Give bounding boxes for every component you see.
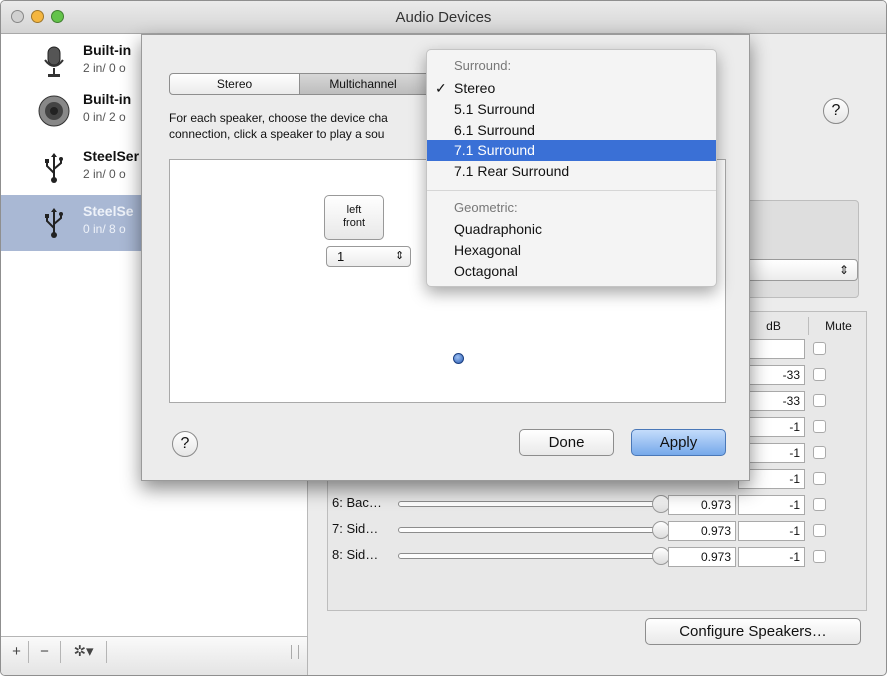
left-front-speaker-button[interactable]: left front <box>324 195 384 240</box>
device-name: SteelSer <box>83 148 140 164</box>
menu-section-header-geometric: Geometric: <box>454 200 518 215</box>
db-field[interactable]: -1 <box>738 521 805 541</box>
menu-item-6-1-surround[interactable]: 6.1 Surround <box>427 120 716 141</box>
volume-slider[interactable] <box>398 527 663 533</box>
add-device-button[interactable]: + <box>5 641 29 663</box>
menu-item-7-1-rear-surround[interactable]: 7.1 Rear Surround <box>427 161 716 182</box>
device-name: Built-in <box>83 91 132 107</box>
table-row: 6: Bac… 0.973 -1 <box>328 492 868 516</box>
left-front-channel-select[interactable]: 1 ⇕ <box>326 246 411 267</box>
audio-devices-window: Audio Devices Built-in 2 in/ 0 o Built-i… <box>0 0 887 676</box>
usb-icon <box>34 205 74 241</box>
speaker-configuration-menu[interactable]: Surround: ✓ Stereo 5.1 Surround 6.1 Surr… <box>426 49 717 287</box>
mute-checkbox[interactable] <box>813 550 826 563</box>
volume-slider[interactable] <box>398 553 663 559</box>
window-title: Audio Devices <box>395 9 492 26</box>
mute-checkbox[interactable] <box>813 394 826 407</box>
gear-menu-button[interactable]: ✲▾ <box>61 641 107 663</box>
apply-button[interactable]: Apply <box>631 429 726 456</box>
menu-item-quadraphonic[interactable]: Quadraphonic <box>427 219 716 240</box>
tab-stereo[interactable]: Stereo <box>169 73 300 95</box>
speaker-label: left <box>346 204 362 216</box>
device-name: SteelSe <box>83 203 134 219</box>
db-field[interactable]: -1 <box>738 547 805 567</box>
speaker-icon <box>34 93 74 129</box>
mute-column-header: Mute <box>808 317 868 335</box>
device-name: Built-in <box>83 42 132 58</box>
sheet-help-button[interactable]: ? <box>172 431 198 457</box>
volume-value-field[interactable]: 0.973 <box>668 521 736 541</box>
configure-speakers-button[interactable]: Configure Speakers… <box>645 618 861 645</box>
menu-item-stereo[interactable]: ✓ Stereo <box>427 78 716 99</box>
db-field[interactable]: -1 <box>738 495 805 515</box>
speaker-label: front <box>342 217 365 229</box>
volume-value-field[interactable]: 0.973 <box>668 495 736 515</box>
menu-section-header-surround: Surround: <box>454 58 512 73</box>
menu-separator <box>427 190 716 191</box>
channel-value: 1 <box>337 249 345 264</box>
volume-value-field[interactable]: 0.973 <box>668 547 736 567</box>
mute-checkbox[interactable] <box>813 420 826 433</box>
up-down-arrows-icon: ⇕ <box>395 250 405 262</box>
menu-item-octagonal[interactable]: Octagonal <box>427 261 716 282</box>
table-row: 7: Sid… 0.973 -1 <box>328 518 868 542</box>
done-button[interactable]: Done <box>519 429 614 456</box>
channel-label: 8: Sid… <box>332 547 379 562</box>
table-row: 8: Sid… 0.973 -1 <box>328 544 868 568</box>
mute-checkbox[interactable] <box>813 524 826 537</box>
device-channels: 2 in/ 0 o <box>83 61 126 75</box>
sidebar-toolbar: + − ✲▾ <box>1 636 308 675</box>
channel-label: 7: Sid… <box>332 521 379 536</box>
menu-item-5-1-surround[interactable]: 5.1 Surround <box>427 99 716 120</box>
instructions-line-2: connection, click a speaker to play a so… <box>169 127 385 141</box>
remove-device-button[interactable]: − <box>29 641 61 663</box>
mute-checkbox[interactable] <box>813 446 826 459</box>
device-channels: 0 in/ 2 o <box>83 110 126 124</box>
format-dropdown[interactable]: ⇕ <box>742 259 858 281</box>
title-bar: Audio Devices <box>1 1 886 34</box>
device-channels: 2 in/ 0 o <box>83 167 126 181</box>
usb-icon <box>34 150 74 186</box>
mute-checkbox[interactable] <box>813 342 826 355</box>
volume-slider[interactable] <box>398 501 663 507</box>
resize-handle[interactable] <box>291 645 299 659</box>
help-button[interactable]: ? <box>823 98 849 124</box>
menu-item-hexagonal[interactable]: Hexagonal <box>427 240 716 261</box>
channel-label: 6: Bac… <box>332 495 382 510</box>
mute-checkbox[interactable] <box>813 472 826 485</box>
instructions-line-1: For each speaker, choose the device cha <box>169 111 388 125</box>
tab-multichannel[interactable]: Multichannel <box>299 73 427 95</box>
mute-checkbox[interactable] <box>813 498 826 511</box>
listener-position-icon <box>453 353 464 364</box>
microphone-icon <box>34 44 74 80</box>
checkmark-icon: ✓ <box>435 80 447 96</box>
menu-item-7-1-surround[interactable]: 7.1 Surround <box>427 140 716 161</box>
mute-checkbox[interactable] <box>813 368 826 381</box>
menu-item-label: Stereo <box>454 80 496 96</box>
device-channels: 0 in/ 8 o <box>83 222 126 236</box>
